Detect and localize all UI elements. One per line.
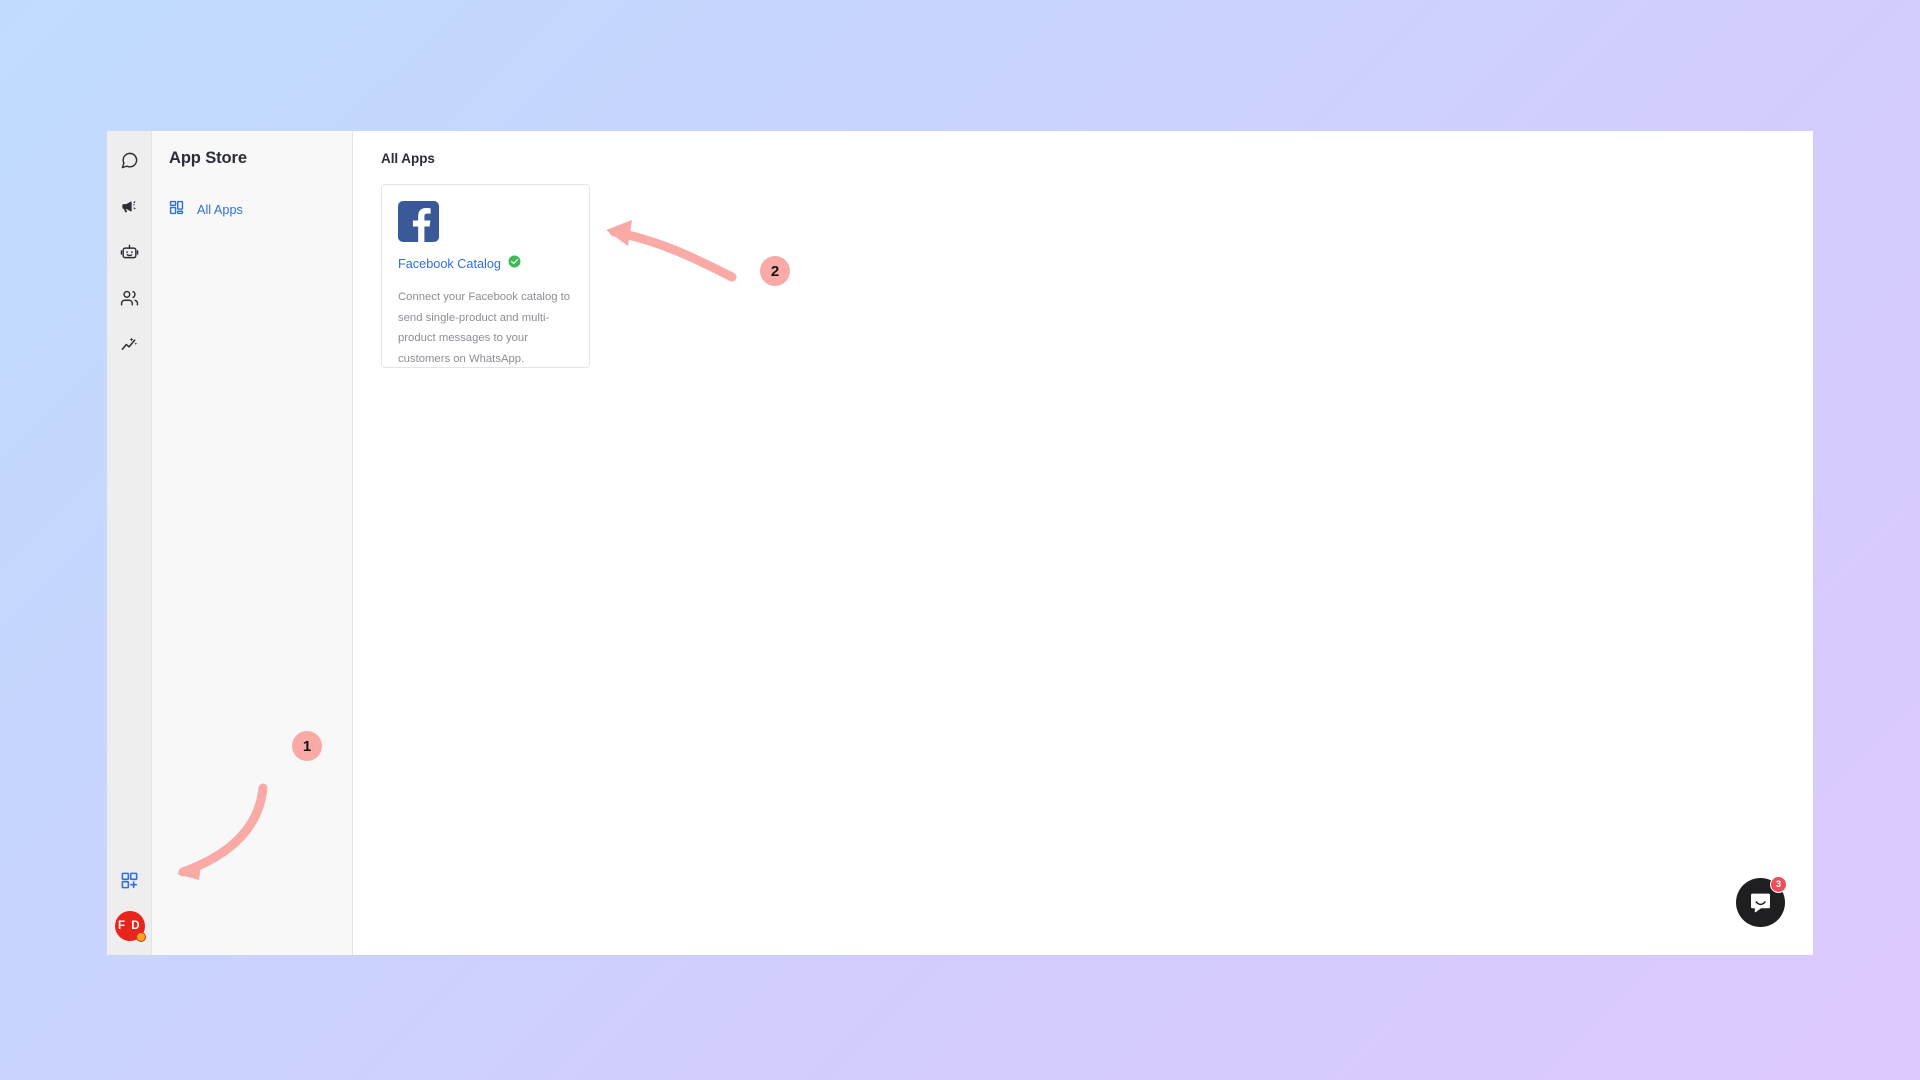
app-store-sidebar: App Store All Apps <box>152 131 353 955</box>
page-title: All Apps <box>381 151 435 166</box>
annotation-step-2-badge: 2 <box>760 256 790 286</box>
analytics-icon[interactable] <box>107 321 152 367</box>
icon-rail-bottom-group: F D <box>107 857 152 942</box>
app-store-grid-plus-icon[interactable] <box>107 857 152 903</box>
app-card-name-row: Facebook Catalog <box>398 255 573 273</box>
annotation-step-1-badge: 1 <box>292 731 322 761</box>
sidebar-item-label: All Apps <box>197 203 243 217</box>
grid-icon <box>169 200 184 220</box>
intercom-launcher-button[interactable]: 3 <box>1736 876 1787 927</box>
avatar-status-dot <box>135 932 146 942</box>
app-card-description: Connect your Facebook catalog to send si… <box>398 291 571 365</box>
avatar[interactable]: F D <box>114 911 146 942</box>
avatar-initials: F D <box>117 920 142 932</box>
facebook-icon <box>398 201 439 242</box>
bot-icon[interactable] <box>107 229 152 275</box>
primary-icon-rail: F D <box>107 131 152 955</box>
intercom-unread-badge: 3 <box>1770 876 1787 893</box>
app-grid: Facebook Catalog Connect your Facebook c… <box>381 184 1813 368</box>
facebook-catalog-card[interactable]: Facebook Catalog Connect your Facebook c… <box>381 184 590 368</box>
contacts-icon[interactable] <box>107 275 152 321</box>
intercom-message-icon <box>1751 893 1770 913</box>
sidebar-title: App Store <box>169 149 247 167</box>
icon-rail-top-group <box>107 131 152 367</box>
verified-badge-icon <box>508 255 521 273</box>
sidebar-nav: All Apps <box>152 194 352 226</box>
main-content: All Apps Facebook Catalog Connect your F… <box>353 131 1813 955</box>
megaphone-icon[interactable] <box>107 183 152 229</box>
chat-icon[interactable] <box>107 137 152 183</box>
sidebar-item-all-apps[interactable]: All Apps <box>152 194 352 226</box>
app-window: F D App Store All Apps All Apps Facebook… <box>107 131 1813 955</box>
app-card-name: Facebook Catalog <box>398 257 501 271</box>
